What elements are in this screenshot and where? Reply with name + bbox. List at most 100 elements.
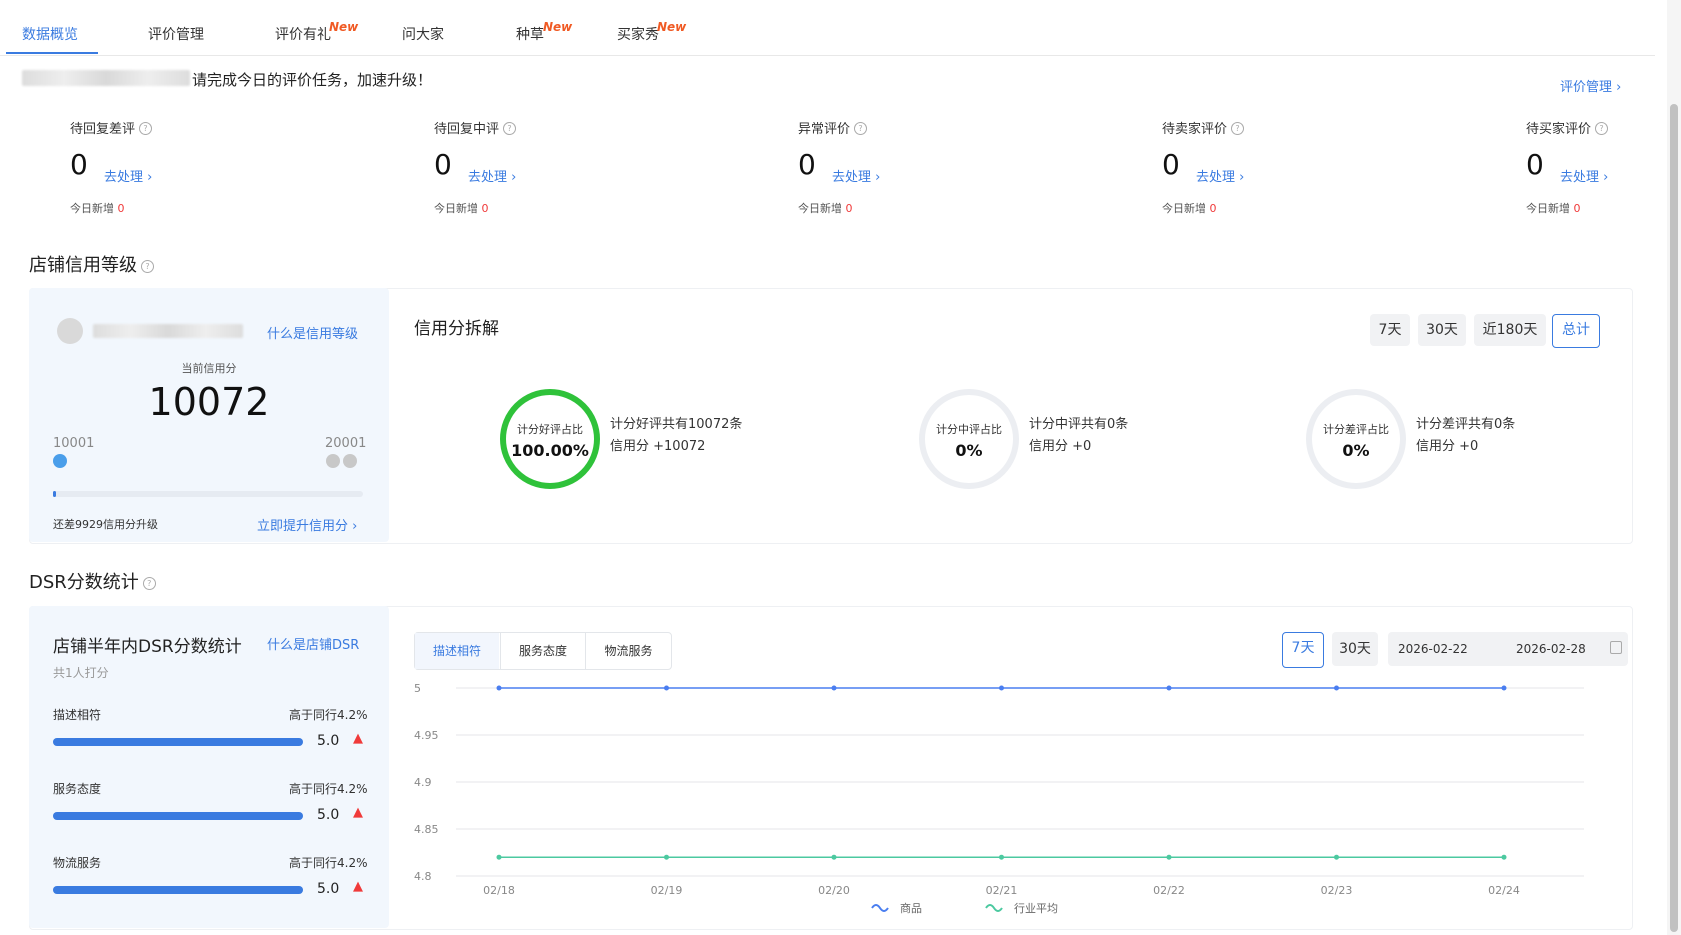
- scrollbar-thumb[interactable]: [1670, 104, 1678, 932]
- go-process-link[interactable]: 去处理 ›: [1196, 166, 1244, 185]
- next-level-badge-icon: [326, 454, 340, 468]
- dsr-score: 5.0: [317, 807, 340, 823]
- ring-summary-count: 计分差评共有0条: [1416, 417, 1516, 432]
- data-point: [831, 685, 837, 691]
- data-point: [1501, 854, 1507, 860]
- up-arrow-icon: ▲: [353, 879, 363, 894]
- stat-title: 待回复中评?: [434, 118, 517, 137]
- today-new: 今日新增 0: [1526, 200, 1581, 216]
- data-point: [664, 685, 669, 691]
- help-icon[interactable]: ?: [503, 122, 517, 135]
- top-tab-bar: 数据概览 评价管理 评价有礼 New 问大家 种草 New 买家秀 New: [0, 0, 1655, 56]
- dsr-segment-control: 描述相符 服务态度 物流服务: [414, 632, 672, 670]
- x-tick-label: 02/23: [1321, 884, 1353, 897]
- tab-seeding-label: 种草: [516, 27, 544, 43]
- credit-max-label: 20001: [325, 436, 367, 451]
- dsr-row-label: 描述相符: [53, 708, 102, 722]
- ring-summary: 计分中评共有0条 信用分 +0: [1029, 414, 1128, 458]
- dsr-score-bar-track: [53, 738, 303, 746]
- dsr-range-7d-button[interactable]: 7天: [1282, 632, 1324, 668]
- credit-ratio-ring: 计分差评占比 0%: [1306, 389, 1406, 489]
- help-icon[interactable]: ?: [1231, 122, 1245, 135]
- today-new-label: 今日新增: [1526, 202, 1570, 215]
- review-management-link[interactable]: 评价管理 ›: [1560, 76, 1621, 95]
- calendar-icon[interactable]: [1610, 641, 1622, 654]
- dsr-line-chart: 5 4.95 4.9 4.85 4.8 02/18 02/19 02/20 02/21 02/22…: [414, 682, 1584, 915]
- ring-summary-score: 信用分 +0: [1416, 439, 1479, 454]
- tab-ask-everyone[interactable]: 问大家: [402, 24, 444, 44]
- today-new: 今日新增 0: [798, 200, 853, 216]
- dsr-score-bar-track: [53, 812, 303, 820]
- range-total-button[interactable]: 总计: [1552, 314, 1600, 348]
- data-point: [831, 854, 837, 860]
- data-point: [1334, 685, 1339, 691]
- help-icon[interactable]: ?: [142, 576, 156, 590]
- avatar: [57, 318, 83, 344]
- tab-data-overview[interactable]: 数据概览: [22, 24, 78, 44]
- data-point: [1334, 854, 1339, 860]
- stat-value: 0: [70, 148, 88, 181]
- tab-review-gift[interactable]: 评价有礼 New: [275, 20, 358, 44]
- data-point: [496, 685, 502, 691]
- go-process-link[interactable]: 去处理 ›: [104, 166, 152, 185]
- stat-value: 0: [1162, 148, 1180, 181]
- dsr-range-30d-button[interactable]: 30天: [1332, 632, 1378, 666]
- go-process-link[interactable]: 去处理 ›: [832, 166, 880, 185]
- new-badge: New: [329, 20, 359, 34]
- segment-description[interactable]: 描述相符: [415, 633, 499, 669]
- new-badge: New: [543, 20, 573, 34]
- ring-label: 计分中评占比: [936, 423, 1002, 436]
- ring-label: 计分好评占比: [517, 423, 583, 436]
- credit-ratio-ring: 计分好评占比 100.00%: [500, 389, 600, 489]
- stat-title-text: 待买家评价: [1526, 122, 1592, 137]
- stat-value: 0: [798, 148, 816, 181]
- date-start: 2026-02-22: [1398, 642, 1468, 656]
- range-7d-button[interactable]: 7天: [1370, 314, 1410, 346]
- help-icon[interactable]: ?: [139, 122, 153, 135]
- what-is-credit-link[interactable]: 什么是信用等级: [267, 323, 358, 342]
- x-tick-label: 02/20: [818, 884, 850, 897]
- data-point: [496, 854, 502, 860]
- today-new-value: 0: [481, 202, 489, 215]
- what-is-dsr-link[interactable]: 什么是店铺DSR: [267, 634, 359, 653]
- range-180d-button[interactable]: 近180天: [1474, 314, 1546, 346]
- today-new-label: 今日新增: [1162, 202, 1206, 215]
- x-tick-label: 02/24: [1488, 884, 1520, 897]
- today-new-value: 0: [1209, 202, 1217, 215]
- stat-title-text: 待回复差评: [70, 122, 136, 137]
- tab-review-management[interactable]: 评价管理: [148, 24, 204, 44]
- y-tick-label: 4.9: [414, 776, 432, 789]
- dsr-score-card: 店铺半年内DSR分数统计 什么是店铺DSR 共1人打分 描述相符 高于同行4.2…: [29, 606, 389, 928]
- y-tick-label: 4.85: [414, 823, 439, 836]
- ring-label: 计分差评占比: [1323, 423, 1389, 436]
- dsr-row-label: 服务态度: [53, 782, 102, 796]
- upgrade-credit-link[interactable]: 立即提升信用分 ›: [257, 515, 357, 534]
- today-new-value: 0: [845, 202, 853, 215]
- remaining-credit-text: 还差9929信用分升级: [53, 518, 158, 531]
- segment-logistics[interactable]: 物流服务: [585, 633, 671, 669]
- tab-seeding[interactable]: 种草 New: [516, 20, 572, 44]
- help-icon[interactable]: ?: [141, 259, 154, 273]
- help-icon[interactable]: ?: [854, 122, 868, 135]
- today-new-label: 今日新增: [70, 202, 114, 215]
- x-tick-label: 02/22: [1153, 884, 1185, 897]
- range-30d-button[interactable]: 30天: [1418, 314, 1466, 346]
- stat-title-text: 待卖家评价: [1162, 122, 1228, 137]
- up-arrow-icon: ▲: [353, 805, 363, 820]
- stat-value: 0: [1526, 148, 1544, 181]
- page-scrollbar[interactable]: [1667, 0, 1681, 935]
- tab-buyer-show[interactable]: 买家秀 New: [617, 20, 686, 44]
- segment-service[interactable]: 服务态度: [500, 633, 585, 669]
- go-process-link[interactable]: 去处理 ›: [468, 166, 516, 185]
- new-badge: New: [657, 20, 687, 34]
- date-range-picker[interactable]: 2026-02-22 2026-02-28: [1388, 632, 1628, 666]
- dsr-score-bar-fill: [53, 886, 303, 894]
- stat-title-text: 待回复中评: [434, 122, 500, 137]
- dsr-card-title: 店铺半年内DSR分数统计: [53, 637, 242, 657]
- ring-summary-score: 信用分 +10072: [610, 439, 706, 454]
- current-credit-label: 当前信用分: [181, 362, 237, 375]
- go-process-link[interactable]: 去处理 ›: [1560, 166, 1608, 185]
- help-icon[interactable]: ?: [1595, 122, 1609, 135]
- dsr-section-title-text: DSR分数统计: [29, 572, 139, 593]
- active-tab-indicator: [6, 52, 98, 54]
